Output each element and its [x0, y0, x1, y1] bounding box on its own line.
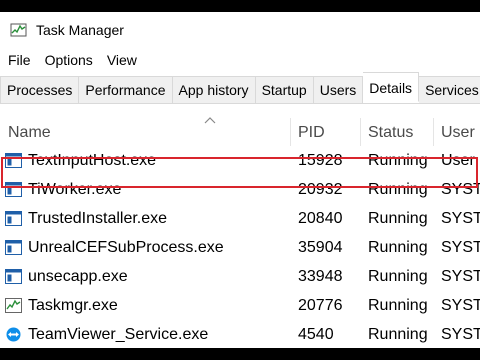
app-window-icon [5, 153, 22, 168]
process-status: Running [368, 268, 428, 285]
process-row[interactable]: TeamViewer_Service.exe 4540 Running SYST [0, 320, 480, 348]
process-pid: 20932 [298, 181, 343, 198]
process-name: TextInputHost.exe [28, 152, 157, 169]
tab-users[interactable]: Users [313, 76, 364, 104]
process-user: User [441, 152, 475, 169]
process-name: Taskmgr.exe [28, 297, 118, 314]
process-row[interactable]: Taskmgr.exe 20776 Running SYST [0, 291, 480, 320]
process-row[interactable]: unsecapp.exe 33948 Running SYST [0, 262, 480, 291]
process-pid: 20776 [298, 297, 343, 314]
app-window-icon [5, 240, 22, 255]
process-name: TeamViewer_Service.exe [28, 326, 209, 343]
process-row[interactable]: TextInputHost.exe 15928 Running User [0, 146, 480, 175]
process-user: SYST [441, 326, 480, 343]
tab-processes[interactable]: Processes [0, 76, 80, 104]
tab-app-history[interactable]: App history [172, 76, 256, 104]
process-row[interactable]: UnrealCEFSubProcess.exe 35904 Running SYST [0, 233, 480, 262]
task-manager-icon [5, 298, 22, 313]
process-row[interactable]: TiWorker.exe 20932 Running SYST [0, 175, 480, 204]
process-pid: 15928 [298, 152, 343, 169]
process-status: Running [368, 239, 428, 256]
column-header-status[interactable]: Status [360, 118, 433, 146]
process-pid: 4540 [298, 326, 334, 343]
process-pid: 20840 [298, 210, 343, 227]
tab-details[interactable]: Details [363, 72, 420, 102]
menu-options[interactable]: Options [37, 50, 93, 72]
column-header-user[interactable]: User [433, 118, 480, 146]
process-pid: 33948 [298, 268, 343, 285]
app-window-icon [5, 182, 22, 197]
app-window-icon [5, 211, 22, 226]
process-user: SYST [441, 239, 480, 256]
process-list: TextInputHost.exe 15928 Running User TiWorke… [0, 146, 480, 348]
tab-strip: Processes Performance App history Startu… [0, 72, 480, 104]
menu-view[interactable]: View [99, 50, 137, 72]
process-status: Running [368, 326, 428, 343]
process-user: SYST [441, 181, 480, 198]
process-name: TiWorker.exe [28, 181, 122, 198]
process-status: Running [368, 297, 428, 314]
column-header-row: Name PID Status User [0, 117, 480, 146]
process-name: unsecapp.exe [28, 268, 128, 285]
tab-performance[interactable]: Performance [79, 76, 173, 104]
tab-services[interactable]: Services [419, 76, 480, 104]
task-manager-window: Task Manager File Options View Processes… [0, 12, 480, 348]
process-pid: 35904 [298, 239, 343, 256]
title-bar[interactable]: Task Manager [0, 12, 480, 48]
menu-bar: File Options View [0, 50, 143, 72]
process-row[interactable]: TrustedInstaller.exe 20840 Running SYST [0, 204, 480, 233]
process-status: Running [368, 181, 428, 198]
process-name: TrustedInstaller.exe [28, 210, 168, 227]
process-user: SYST [441, 268, 480, 285]
process-name: UnrealCEFSubProcess.exe [28, 239, 224, 256]
tab-startup[interactable]: Startup [255, 76, 314, 104]
window-title: Task Manager [36, 22, 124, 38]
column-header-name[interactable]: Name [0, 118, 290, 146]
menu-file[interactable]: File [0, 50, 31, 72]
process-status: Running [368, 152, 428, 169]
process-status: Running [368, 210, 428, 227]
column-header-pid[interactable]: PID [290, 118, 360, 146]
process-user: SYST [441, 297, 480, 314]
task-manager-icon [10, 23, 27, 37]
app-window-icon [5, 269, 22, 284]
teamviewer-icon [5, 327, 22, 342]
process-user: SYST [441, 210, 480, 227]
